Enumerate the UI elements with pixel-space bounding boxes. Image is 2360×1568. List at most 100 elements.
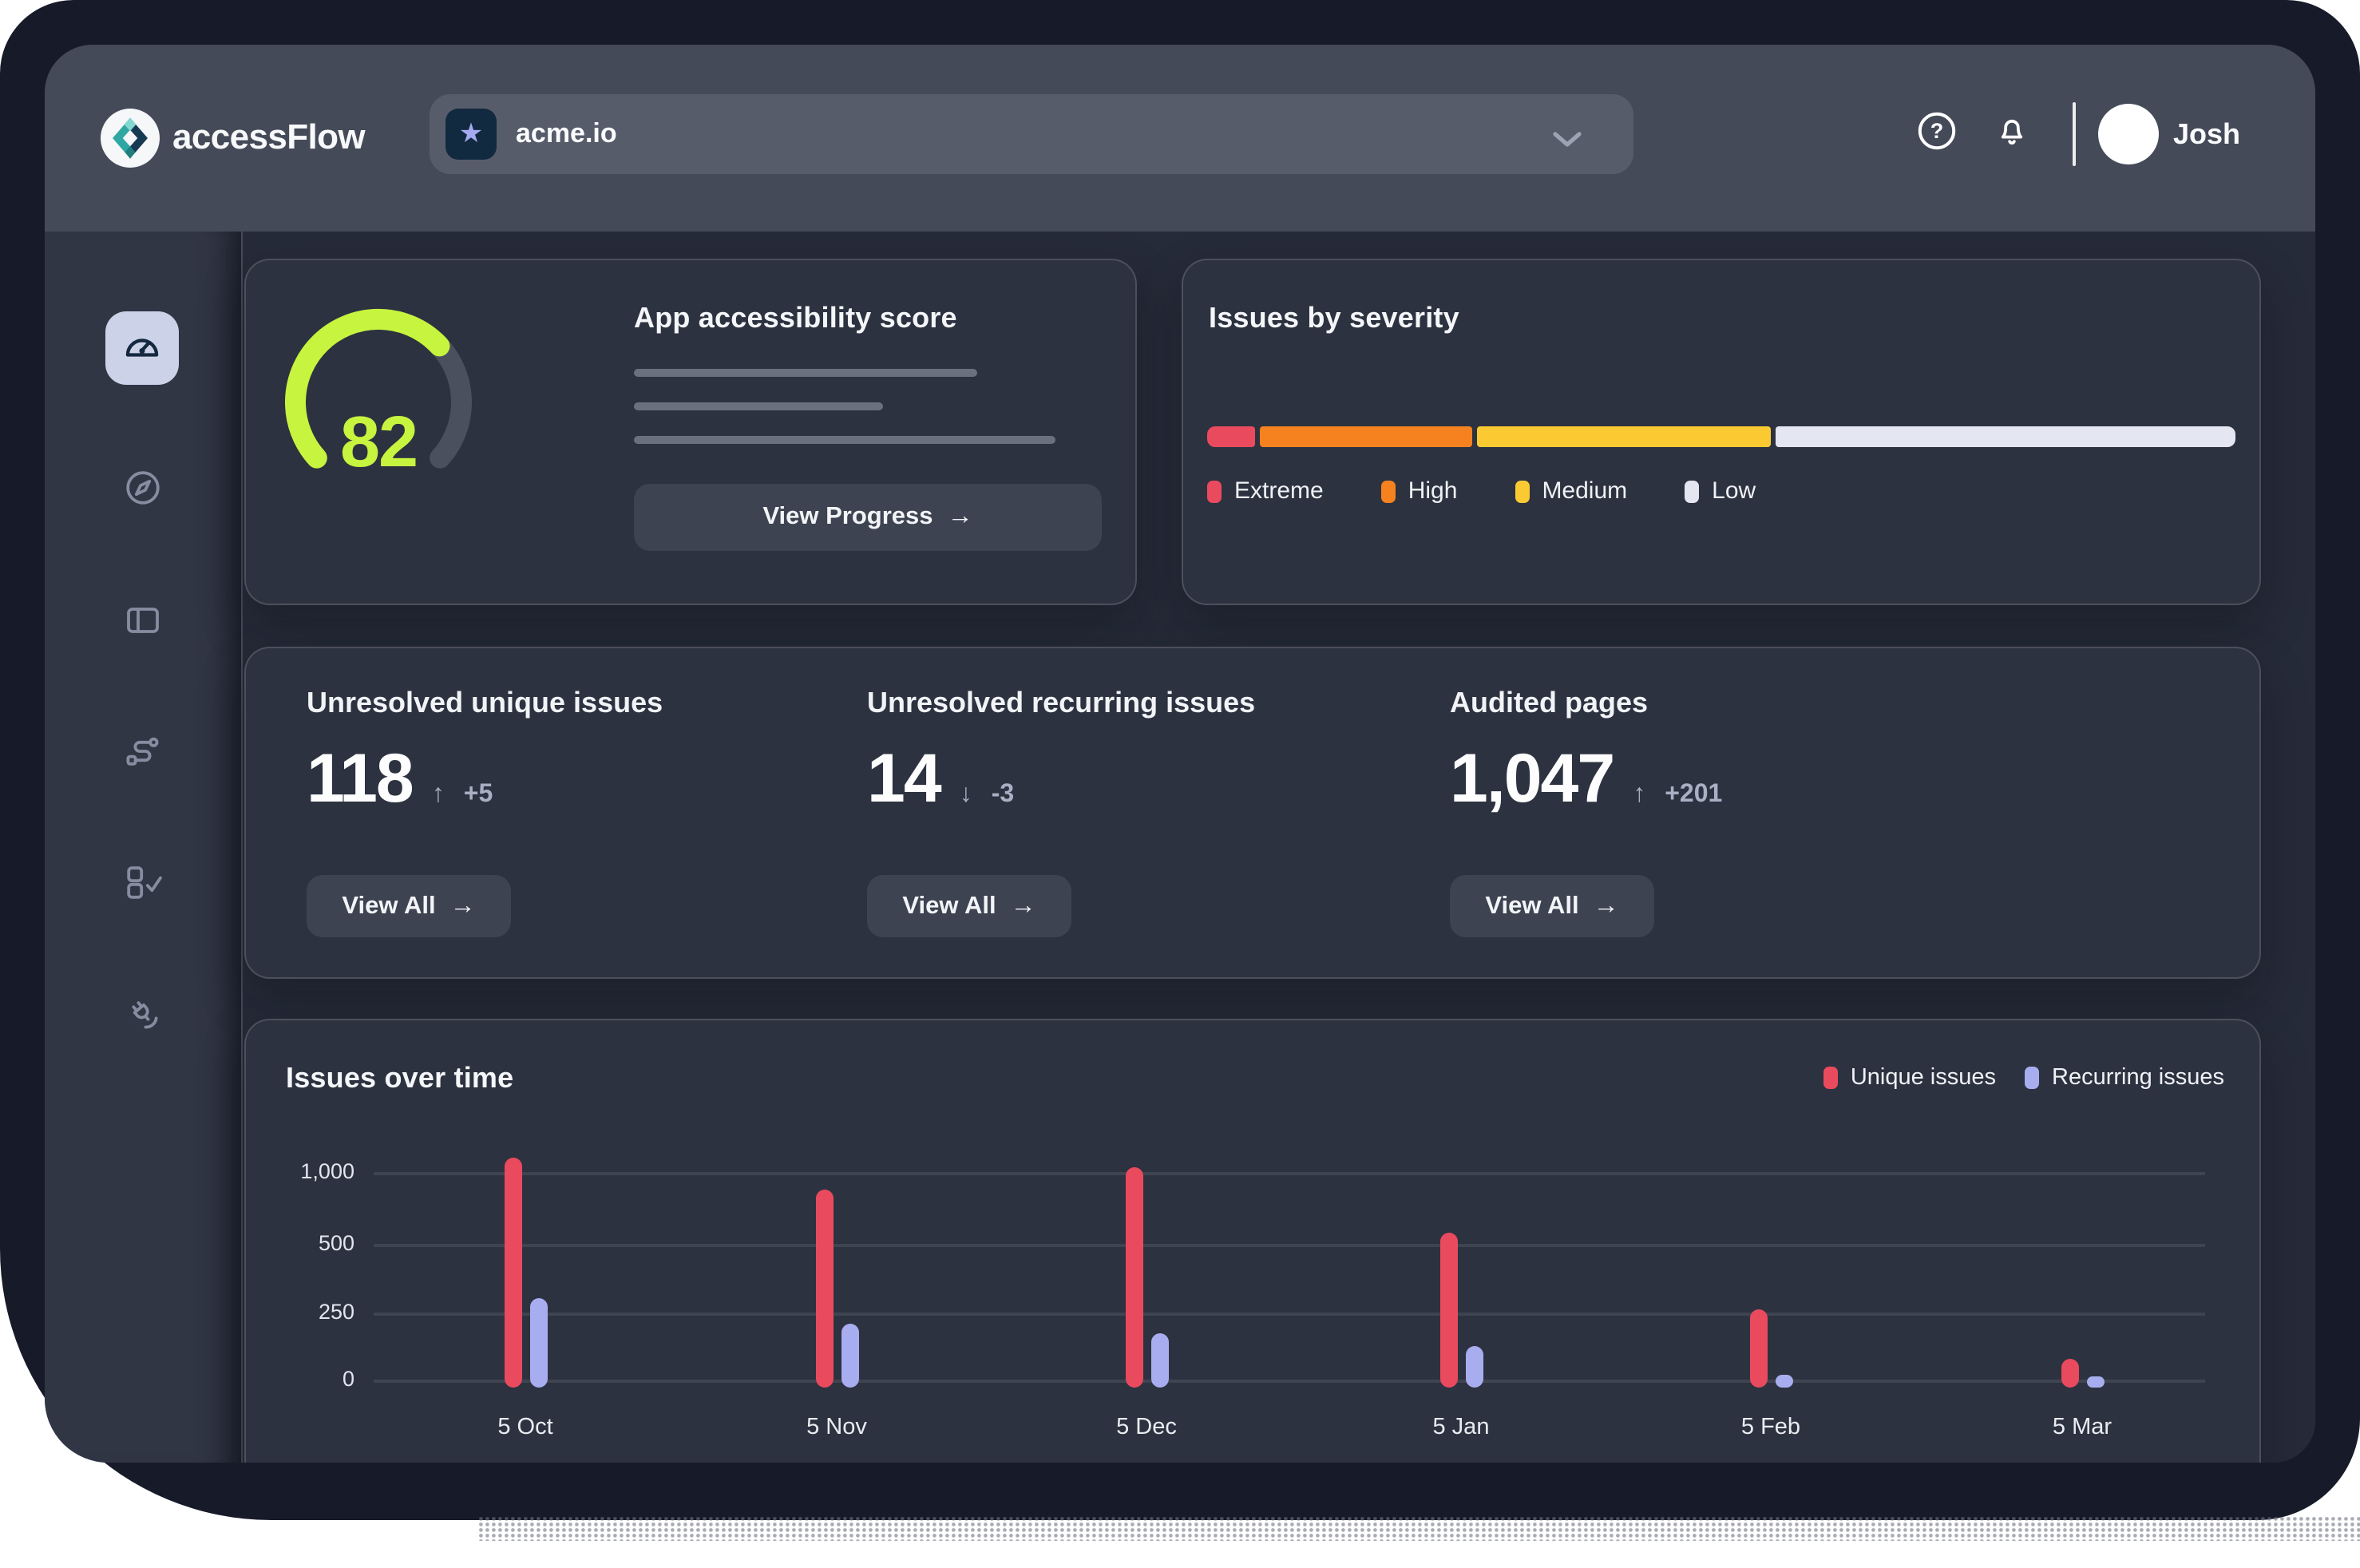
stat-change: +5 [464,781,493,810]
arrow-right-icon: → [450,892,476,921]
y-tick-label: 1,000 [262,1159,354,1183]
placeholder-line [634,402,883,410]
x-axis-label: 5 Jan [1397,1415,1525,1440]
stat-change: +201 [1665,781,1722,810]
x-axis-label: 5 Feb [1707,1415,1835,1440]
bar-unique-issues-5-Jan [1439,1233,1457,1388]
x-axis-label: 5 Nov [773,1415,901,1440]
severity-segment-high [1261,426,1471,447]
brand-name: accessFlow [172,117,365,158]
severity-legend-item-medium: Medium [1515,477,1627,505]
view-all-label: View All [902,892,996,921]
accessflow-logo-icon [101,109,160,168]
notifications-bell-icon[interactable] [1990,109,2034,153]
bar-unique-issues-5-Nov [815,1190,833,1388]
gridline-1000 [374,1172,2205,1174]
severity-legend-item-extreme: Extreme [1207,477,1324,505]
legend-swatch [1685,480,1699,502]
view-all-button[interactable]: View All → [1450,875,1654,937]
legend-swatch [1515,480,1529,502]
bar-unique-issues-5-Mar [2061,1360,2078,1388]
trend-up-icon: ↑ [1633,781,1645,810]
view-all-button[interactable]: View All → [867,875,1071,937]
arrow-right-icon: → [948,503,973,532]
bar-recurring-issues-5-Mar [2086,1376,2104,1388]
stat-value: 14 [867,741,940,819]
severity-segment-low [1775,426,2235,447]
layout-icon [121,598,164,641]
score-card-title: App accessibility score [634,302,957,335]
top-bar: accessFlow ★ acme.io ? [45,45,2315,232]
sidebar-item-dashboard[interactable] [105,311,179,385]
legend-swatch [1823,1067,1838,1089]
gridline-500 [374,1244,2205,1246]
trend-down-icon: ↓ [960,781,972,810]
compass-icon [121,465,164,509]
project-selector-value: acme.io [516,118,617,150]
gridline-250 [374,1313,2205,1315]
arrow-right-icon: → [1011,892,1036,921]
plug-icon [121,991,164,1034]
project-star-icon: ★ [445,109,497,160]
bar-recurring-issues-5-Jan [1465,1346,1483,1388]
severity-card-title: Issues by severity [1209,302,1459,335]
severity-legend-item-low: Low [1685,477,1756,505]
app-shell: accessFlow ★ acme.io ? [45,45,2315,1463]
placeholder-line [634,436,1055,444]
route-icon [121,729,164,772]
chart-legend: Unique issues Recurring issues [1823,1065,2224,1091]
project-selector-dropdown[interactable]: ★ acme.io [430,94,1633,174]
legend-swatch [2025,1067,2039,1089]
bar-unique-issues-5-Dec [1125,1168,1142,1388]
gauge-icon [120,326,164,370]
view-progress-label: View Progress [762,503,933,532]
sidebar-item-audits[interactable] [105,845,179,918]
sidebar-item-integrations[interactable] [105,976,179,1049]
stat-title: Unresolved recurring issues [867,687,1255,720]
svg-text:?: ? [1930,119,1944,143]
stat-title: Audited pages [1450,687,1648,720]
bar-unique-issues-5-Oct [504,1158,521,1388]
sidebar-item-explore[interactable] [105,450,179,524]
x-axis-label: 5 Dec [1083,1415,1210,1440]
legend-label: Medium [1542,477,1627,505]
severity-segment-extreme [1207,426,1256,447]
bar-recurring-issues-5-Oct [529,1299,547,1388]
legend-swatch [1381,480,1396,502]
legend-label: Unique issues [1851,1065,1996,1091]
placeholder-line [634,369,977,377]
legend-label: Extreme [1234,477,1324,505]
severity-legend: ExtremeHighMediumLow [1207,477,1756,505]
bar-recurring-issues-5-Nov [841,1323,858,1388]
help-icon[interactable]: ? [1915,109,1959,153]
view-all-label: View All [342,892,435,921]
chart-title: Issues over time [286,1062,513,1095]
issues-over-time-card: Issues over time Unique issues Recurring … [244,1019,2261,1463]
sidebar-nav [45,232,243,1463]
y-tick-label: 500 [262,1231,354,1255]
x-axis-label: 5 Mar [2018,1415,2146,1440]
window-drop-shadow [479,1517,2360,1541]
chevron-down-icon [1552,128,1582,156]
sidebar-item-pages[interactable] [105,583,179,656]
bar-unique-issues-5-Feb [1749,1310,1767,1388]
bar-recurring-issues-5-Feb [1775,1374,1792,1388]
y-tick-label: 0 [262,1367,354,1391]
trend-up-icon: ↑ [432,781,445,810]
stat-value: 118 [307,741,413,819]
stat-title: Unresolved unique issues [307,687,663,720]
x-axis-label: 5 Oct [461,1415,589,1440]
view-all-button[interactable]: View All → [307,875,511,937]
score-value: 82 [275,401,482,484]
arrow-right-icon: → [1594,892,1619,921]
issues-by-severity-card: Issues by severity ExtremeHighMediumLow [1182,259,2261,605]
legend-label: Recurring issues [2052,1065,2224,1091]
user-avatar[interactable] [2098,104,2159,164]
user-name: Josh [2173,118,2240,152]
legend-swatch [1207,480,1222,502]
stat-value: 1,047 [1450,741,1614,819]
view-progress-button[interactable]: View Progress → [634,484,1102,551]
app-page: accessFlow ★ acme.io ? [0,0,2360,1568]
severity-stacked-bar [1207,426,2235,447]
sidebar-item-flows[interactable] [105,714,179,787]
